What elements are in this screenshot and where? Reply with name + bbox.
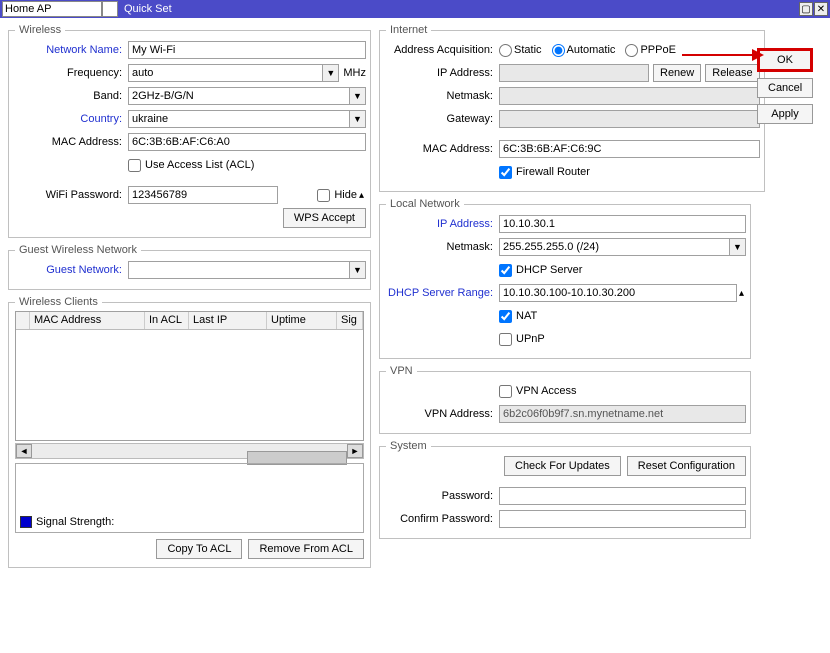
internet-mac-label: MAC Address: bbox=[384, 143, 499, 155]
signal-strength-label: Signal Strength: bbox=[36, 516, 114, 528]
band-input[interactable] bbox=[128, 87, 350, 105]
clients-legend: Wireless Clients bbox=[15, 296, 102, 308]
horizontal-scrollbar[interactable]: ◄ ► bbox=[15, 443, 364, 459]
internet-group: Internet Address Acquisition: Static Aut… bbox=[379, 24, 765, 192]
frequency-input[interactable] bbox=[128, 64, 323, 82]
band-label: Band: bbox=[13, 90, 128, 102]
guest-dropdown-icon[interactable]: ▼ bbox=[350, 261, 366, 279]
mode-select[interactable] bbox=[2, 1, 102, 17]
confirm-password-label: Confirm Password: bbox=[384, 513, 499, 525]
wps-accept-button[interactable]: WPS Accept bbox=[283, 208, 366, 228]
frequency-unit: MHz bbox=[343, 67, 366, 79]
network-name-label: Network Name: bbox=[13, 44, 128, 56]
internet-mac-input[interactable] bbox=[499, 140, 760, 158]
internet-netmask-label: Netmask: bbox=[384, 90, 499, 102]
system-legend: System bbox=[386, 440, 431, 452]
clients-table-body bbox=[16, 330, 363, 440]
country-input[interactable] bbox=[128, 110, 350, 128]
cancel-button[interactable]: Cancel bbox=[757, 78, 813, 98]
col-uptime[interactable]: Uptime bbox=[267, 312, 337, 329]
close-icon[interactable]: ✕ bbox=[814, 2, 828, 16]
password-input[interactable] bbox=[499, 487, 746, 505]
col-mac[interactable]: MAC Address bbox=[30, 312, 145, 329]
col-lastip[interactable]: Last IP bbox=[189, 312, 267, 329]
vpn-group: VPN VPN Access VPN Address: bbox=[379, 365, 751, 434]
local-netmask-input[interactable] bbox=[499, 238, 730, 256]
confirm-password-input[interactable] bbox=[499, 510, 746, 528]
vpn-address-label: VPN Address: bbox=[384, 408, 499, 420]
network-name-input[interactable] bbox=[128, 41, 366, 59]
wireless-mac-label: MAC Address: bbox=[13, 136, 128, 148]
radio-pppoe[interactable]: PPPoE bbox=[625, 44, 675, 57]
annotation-arrow bbox=[682, 54, 762, 56]
window-titlebar: ▼ Quick Set ▢ ✕ bbox=[0, 0, 830, 18]
local-network-group: Local Network IP Address: Netmask: ▼ DHC… bbox=[379, 198, 751, 359]
vpn-access-checkbox[interactable]: VPN Access bbox=[499, 385, 577, 398]
internet-ip-label: IP Address: bbox=[384, 67, 499, 79]
guest-network-label: Guest Network: bbox=[13, 264, 128, 276]
clients-table-header: MAC Address In ACL Last IP Uptime Sig bbox=[16, 312, 363, 330]
radio-automatic[interactable]: Automatic bbox=[552, 44, 616, 57]
guest-network-group: Guest Wireless Network Guest Network: ▼ bbox=[8, 244, 371, 290]
signal-strength-chart: Signal Strength: bbox=[15, 463, 364, 533]
collapse-icon[interactable]: ▴ bbox=[357, 190, 366, 201]
country-label: Country: bbox=[13, 113, 128, 125]
scroll-right-icon[interactable]: ► bbox=[347, 444, 363, 458]
band-dropdown-icon[interactable]: ▼ bbox=[350, 87, 366, 105]
wireless-mac-input[interactable] bbox=[128, 133, 366, 151]
col-sig[interactable]: Sig bbox=[337, 312, 363, 329]
check-updates-button[interactable]: Check For Updates bbox=[504, 456, 621, 476]
remove-from-acl-button[interactable]: Remove From ACL bbox=[248, 539, 364, 559]
mode-dropdown-btn[interactable]: ▼ bbox=[102, 1, 118, 17]
guest-legend: Guest Wireless Network bbox=[15, 244, 141, 256]
frequency-label: Frequency: bbox=[13, 67, 128, 79]
vpn-legend: VPN bbox=[386, 365, 417, 377]
guest-network-input[interactable] bbox=[128, 261, 350, 279]
release-button[interactable]: Release bbox=[705, 64, 759, 82]
frequency-dropdown-icon[interactable]: ▼ bbox=[323, 64, 339, 82]
dhcp-range-input[interactable] bbox=[499, 284, 737, 302]
wireless-clients-group: Wireless Clients MAC Address In ACL Last… bbox=[8, 296, 371, 568]
radio-static[interactable]: Static bbox=[499, 44, 542, 57]
local-legend: Local Network bbox=[386, 198, 464, 210]
country-dropdown-icon[interactable]: ▼ bbox=[350, 110, 366, 128]
wireless-legend: Wireless bbox=[15, 24, 65, 36]
address-acq-label: Address Acquisition: bbox=[384, 44, 499, 56]
internet-ip-input bbox=[499, 64, 649, 82]
col-inacl[interactable]: In ACL bbox=[145, 312, 189, 329]
ok-button[interactable]: OK bbox=[757, 48, 813, 72]
minimize-icon[interactable]: ▢ bbox=[799, 2, 813, 16]
nat-checkbox[interactable]: NAT bbox=[499, 310, 537, 323]
local-ip-label: IP Address: bbox=[384, 218, 499, 230]
dhcp-range-label: DHCP Server Range: bbox=[384, 287, 499, 299]
wifi-password-label: WiFi Password: bbox=[13, 189, 128, 201]
gateway-label: Gateway: bbox=[384, 113, 499, 125]
hide-password-checkbox[interactable]: Hide bbox=[317, 189, 357, 202]
reset-config-button[interactable]: Reset Configuration bbox=[627, 456, 746, 476]
renew-button[interactable]: Renew bbox=[653, 64, 701, 82]
netmask-dropdown-icon[interactable]: ▼ bbox=[730, 238, 746, 256]
local-ip-input[interactable] bbox=[499, 215, 746, 233]
dhcp-server-checkbox[interactable]: DHCP Server bbox=[499, 264, 582, 277]
internet-legend: Internet bbox=[386, 24, 431, 36]
upnp-checkbox[interactable]: UPnP bbox=[499, 333, 545, 346]
apply-button[interactable]: Apply bbox=[757, 104, 813, 124]
copy-to-acl-button[interactable]: Copy To ACL bbox=[156, 539, 242, 559]
password-label: Password: bbox=[384, 490, 499, 502]
vpn-address-input bbox=[499, 405, 746, 423]
dhcp-collapse-icon[interactable]: ▴ bbox=[737, 288, 746, 299]
system-group: System Check For Updates Reset Configura… bbox=[379, 440, 751, 539]
wifi-password-input[interactable] bbox=[128, 186, 278, 204]
window-title: Quick Set bbox=[124, 3, 172, 15]
scroll-left-icon[interactable]: ◄ bbox=[16, 444, 32, 458]
firewall-router-checkbox[interactable]: Firewall Router bbox=[499, 166, 590, 179]
wireless-group: Wireless Network Name: Frequency: ▼ MHz … bbox=[8, 24, 371, 238]
internet-netmask-input bbox=[499, 87, 760, 105]
gateway-input bbox=[499, 110, 760, 128]
signal-legend-icon bbox=[20, 516, 32, 528]
clients-table[interactable]: MAC Address In ACL Last IP Uptime Sig bbox=[15, 311, 364, 441]
use-acl-checkbox[interactable]: Use Access List (ACL) bbox=[128, 159, 254, 172]
local-netmask-label: Netmask: bbox=[384, 241, 499, 253]
